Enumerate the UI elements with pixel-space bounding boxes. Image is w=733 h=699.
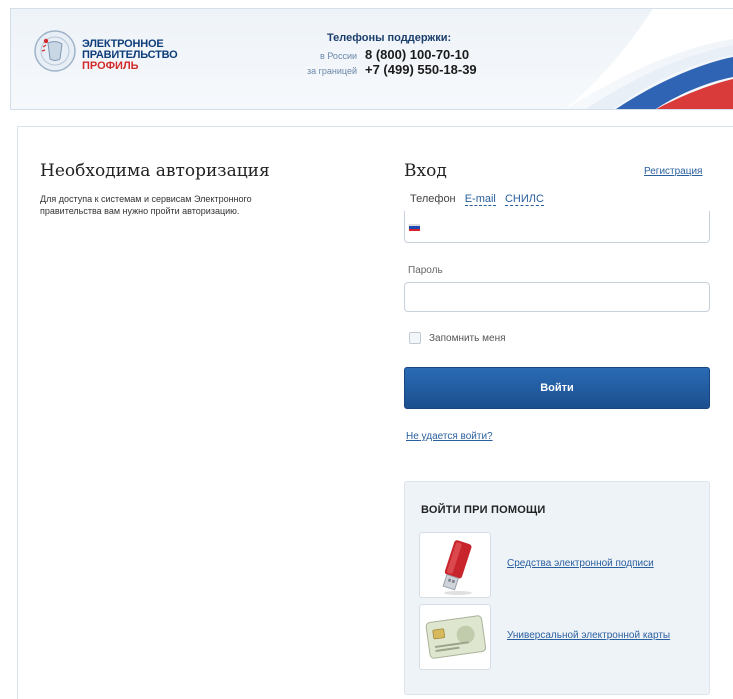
alt-login-item-signature[interactable]: Средства электронной подписи <box>419 532 709 598</box>
login-button[interactable]: Войти <box>404 367 710 409</box>
password-input[interactable] <box>404 282 710 312</box>
smart-card-icon[interactable] <box>419 604 491 670</box>
abroad-phone: +7 (499) 550-18-39 <box>365 62 477 77</box>
auth-card: Необходима авторизация Для доступа к сис… <box>17 126 733 699</box>
remember-checkbox[interactable] <box>409 332 421 344</box>
tab-email[interactable]: E-mail <box>464 193 496 206</box>
brand-name[interactable]: ЭЛЕКТРОННОЕ ПРАВИТЕЛЬСТВО ПРОФИЛЬ <box>82 39 178 72</box>
password-label: Пароль <box>408 265 443 276</box>
flag-swoosh-decoration <box>565 9 733 109</box>
cant-login-link[interactable]: Не удается войти? <box>406 431 493 442</box>
alt-login-title: ВОЙТИ ПРИ ПОМОЩИ <box>421 504 546 516</box>
site-header: ЭЛЕКТРОННОЕ ПРАВИТЕЛЬСТВО ПРОФИЛЬ Телефо… <box>10 8 733 110</box>
tab-snils[interactable]: СНИЛС <box>504 193 544 206</box>
support-title: Телефоны поддержки: <box>327 32 452 44</box>
brand-line-3: ПРОФИЛЬ <box>82 60 139 72</box>
signature-link[interactable]: Средства электронной подписи <box>507 558 654 569</box>
phone-input[interactable] <box>404 211 710 243</box>
auth-required-title: Необходима авторизация <box>40 161 270 181</box>
remember-label: Запомнить меня <box>429 333 506 344</box>
login-method-tabs: Телефон E-mail СНИЛС <box>410 193 550 206</box>
support-row-russia: в России 8 (800) 100-70-10 <box>273 47 493 62</box>
login-title: Вход <box>404 161 447 181</box>
russia-phone: 8 (800) 100-70-10 <box>365 47 470 62</box>
auth-required-description: Для доступа к системам и сервисам Электр… <box>40 194 252 216</box>
abroad-label: за границей <box>306 66 357 76</box>
support-row-abroad: за границей +7 (499) 550-18-39 <box>273 62 493 77</box>
gov-emblem-icon <box>34 30 76 72</box>
usb-token-icon[interactable] <box>419 532 491 598</box>
russia-flag-icon <box>409 224 420 231</box>
alt-login-panel: ВОЙТИ ПРИ ПОМОЩИ Средства электронной по… <box>404 481 710 695</box>
smart-card-link[interactable]: Универсальной электронной карты <box>507 630 670 641</box>
alt-login-item-card[interactable]: Универсальной электронной карты <box>419 604 709 670</box>
russia-label: в России <box>320 51 357 61</box>
tab-phone[interactable]: Телефон <box>410 193 456 205</box>
register-link[interactable]: Регистрация <box>644 166 702 177</box>
